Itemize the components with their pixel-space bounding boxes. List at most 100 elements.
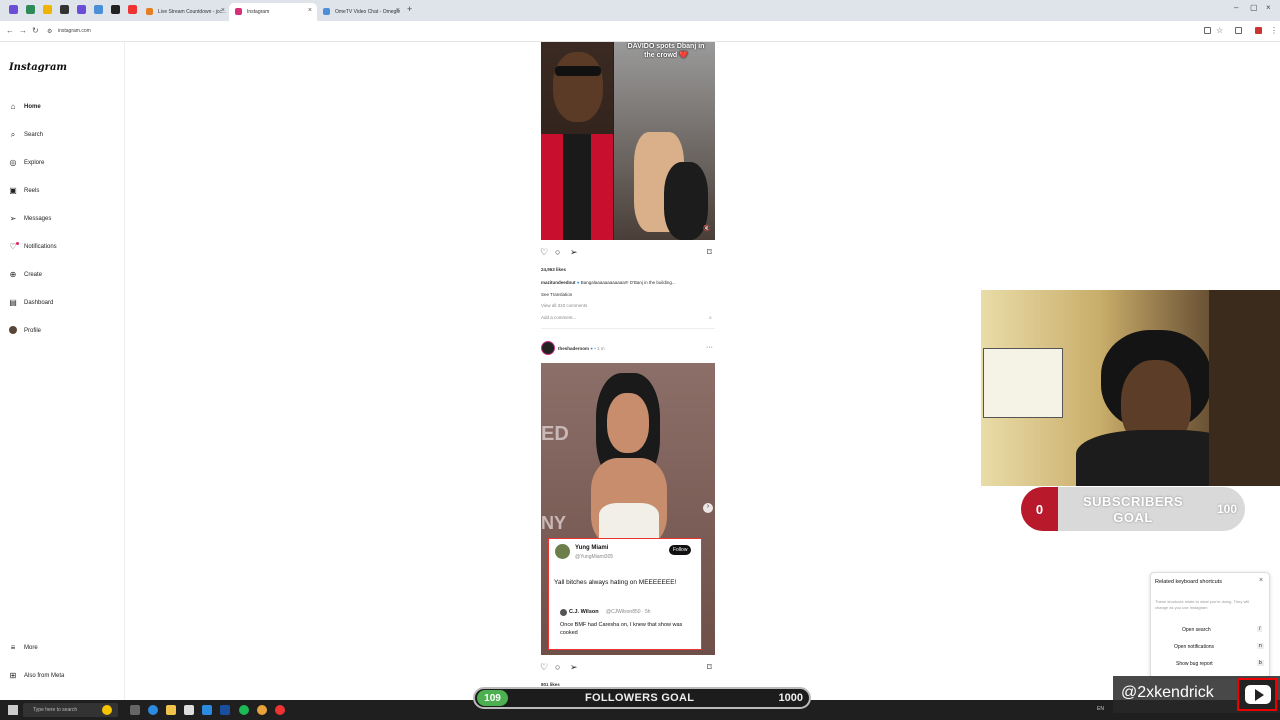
minimize-icon[interactable]: – bbox=[1234, 3, 1238, 12]
site-info-icon[interactable]: ⚙ bbox=[47, 28, 52, 35]
post-1-author[interactable]: mazitundeednut bbox=[541, 280, 576, 285]
spotify-icon[interactable] bbox=[239, 705, 249, 715]
streamer-handle: @2xkendrick bbox=[1121, 684, 1214, 701]
dress-shape bbox=[599, 503, 659, 543]
bookmark-favicon-icon[interactable] bbox=[26, 5, 35, 14]
tab-instagram[interactable]: Instagram × bbox=[229, 3, 317, 21]
file-explorer-icon[interactable] bbox=[166, 705, 176, 715]
shortcut-key: b bbox=[1257, 660, 1264, 666]
comment-icon[interactable]: ○ bbox=[555, 662, 560, 672]
task-view-icon[interactable] bbox=[130, 705, 140, 715]
tweet-avatar bbox=[555, 544, 570, 559]
backdrop-text-shape: ED bbox=[541, 423, 569, 445]
language-indicator: EN bbox=[1097, 706, 1104, 712]
next-slide-icon[interactable]: › bbox=[703, 503, 713, 513]
plus-icon: ⊕ bbox=[9, 270, 17, 279]
face-shape bbox=[553, 52, 603, 122]
comment-icon[interactable]: ○ bbox=[555, 247, 560, 257]
windows-start-icon[interactable] bbox=[8, 705, 18, 715]
bookmark-favicon-icon[interactable] bbox=[111, 5, 120, 14]
home-icon: ⌂ bbox=[10, 102, 16, 111]
shortcuts-description: These shortcuts relate to what you're do… bbox=[1155, 599, 1250, 610]
maximize-icon[interactable]: ▢ bbox=[1250, 3, 1258, 12]
save-icon[interactable]: ⌑ bbox=[707, 247, 712, 258]
tab-countdown[interactable]: Live Stream Countdown - jcc... × bbox=[140, 3, 230, 21]
view-comments-link[interactable]: View all 310 comments bbox=[541, 303, 587, 308]
search-icon: ⌕ bbox=[10, 130, 16, 139]
chrome-icon[interactable] bbox=[257, 705, 267, 715]
profile-icon[interactable] bbox=[1255, 27, 1262, 34]
hamburger-icon: ≡ bbox=[10, 643, 16, 652]
post-1-media[interactable]: DAVIDO spots Dbanj in the crowd ❤️ 🔇 bbox=[541, 42, 715, 240]
tab-ometv[interactable]: OmeTV Video Chat - Omegle × bbox=[317, 3, 405, 21]
post-1-right-photo: DAVIDO spots Dbanj in the crowd ❤️ bbox=[614, 42, 715, 240]
post-2-media[interactable]: ED NY › Yung Miami @YungMiami305 Follow … bbox=[541, 363, 715, 655]
meta-grid-icon: ⊞ bbox=[9, 671, 17, 680]
bookmark-favicon-icon[interactable] bbox=[60, 5, 69, 14]
shortcut-show-bug-report[interactable]: Show bug report bbox=[1176, 661, 1213, 667]
photoshop-icon[interactable] bbox=[220, 705, 230, 715]
extensions-icon[interactable] bbox=[1235, 27, 1242, 34]
like-icon[interactable]: ♡ bbox=[540, 662, 548, 673]
mute-icon[interactable]: 🔇 bbox=[703, 225, 710, 232]
bookmark-favicon-icon[interactable] bbox=[77, 5, 86, 14]
reels-icon: ▣ bbox=[9, 186, 17, 195]
post-divider bbox=[541, 328, 715, 329]
browser-tab-bar: Live Stream Countdown - jcc... × Instagr… bbox=[0, 0, 1280, 21]
save-icon[interactable]: ⌑ bbox=[707, 662, 712, 673]
post-1-likes[interactable]: 24,963 likes bbox=[541, 267, 566, 272]
reply-author-handle: @CJWilson850 · 5h bbox=[606, 609, 651, 615]
tab-favicon-icon bbox=[235, 8, 242, 15]
share-icon[interactable]: ➢ bbox=[570, 662, 578, 673]
bookmark-favicon-icon[interactable] bbox=[9, 5, 18, 14]
vscode-icon[interactable] bbox=[202, 705, 212, 715]
address-bar: ← → ↻ ⚙ instagram.com ☆ ⋮ bbox=[0, 21, 1280, 42]
post-2-avatar[interactable] bbox=[541, 341, 555, 355]
shortcut-open-notifications[interactable]: Open notifications bbox=[1174, 644, 1214, 650]
tweet-author-name: Yung Miami bbox=[575, 545, 609, 551]
add-comment-input[interactable]: Add a comment... bbox=[541, 315, 576, 320]
obs-icon[interactable] bbox=[275, 705, 285, 715]
more-options-icon[interactable]: ··· bbox=[706, 344, 713, 351]
forward-icon[interactable]: → bbox=[19, 26, 27, 35]
bookmark-star-icon[interactable]: ☆ bbox=[1216, 26, 1223, 35]
menu-icon[interactable]: ⋮ bbox=[1270, 26, 1278, 35]
bookmark-favicon-icon[interactable] bbox=[128, 5, 137, 14]
send-icon: ➢ bbox=[9, 214, 17, 223]
reload-icon[interactable]: ↻ bbox=[32, 26, 39, 35]
tweet-follow-button: Follow bbox=[669, 545, 692, 555]
new-tab-icon[interactable]: + bbox=[407, 4, 412, 14]
see-translation-link[interactable]: See Translation bbox=[541, 292, 572, 297]
emoji-icon[interactable]: ☺ bbox=[708, 315, 713, 320]
post-2-author[interactable]: theshaderoom bbox=[558, 346, 589, 351]
instagram-logo[interactable]: Instagram bbox=[9, 62, 67, 73]
dashboard-icon: ▤ bbox=[9, 298, 17, 307]
bookmark-favicon-icon[interactable] bbox=[94, 5, 103, 14]
store-icon[interactable] bbox=[184, 705, 194, 715]
edge-icon[interactable] bbox=[148, 705, 158, 715]
close-tab-icon[interactable]: × bbox=[396, 7, 400, 14]
install-app-icon[interactable] bbox=[1204, 27, 1211, 34]
url-field[interactable]: instagram.com bbox=[58, 28, 91, 34]
compass-icon: ◎ bbox=[9, 158, 17, 167]
instagram-sidebar: Instagram ⌂ Home ⌕ Search ◎ Explore ▣ Re… bbox=[0, 42, 125, 700]
taskbar-highlight-icon[interactable] bbox=[102, 705, 112, 715]
followers-goal-target: 1000 bbox=[778, 692, 803, 704]
share-icon[interactable]: ➢ bbox=[570, 247, 578, 258]
bookmark-favicon-icon[interactable] bbox=[43, 5, 52, 14]
face-shape bbox=[607, 393, 649, 453]
close-window-icon[interactable]: × bbox=[1266, 3, 1271, 12]
close-tab-icon[interactable]: × bbox=[221, 7, 225, 14]
crowd-shape bbox=[664, 162, 708, 240]
tab-favicon-icon bbox=[323, 8, 330, 15]
shortcut-open-search[interactable]: Open search bbox=[1182, 627, 1211, 633]
sunglasses-shape bbox=[555, 66, 601, 76]
close-tab-icon[interactable]: × bbox=[308, 7, 312, 14]
like-icon[interactable]: ♡ bbox=[540, 247, 548, 258]
followers-goal-widget: 109 FOLLOWERS GOAL 1000 bbox=[473, 687, 811, 709]
streamer-handle-badge: @2xkendrick bbox=[1113, 676, 1280, 713]
back-icon[interactable]: ← bbox=[6, 26, 14, 35]
close-icon[interactable]: × bbox=[1259, 577, 1263, 584]
youtube-logo-icon bbox=[1237, 678, 1277, 711]
shortcut-key: n bbox=[1257, 643, 1264, 649]
